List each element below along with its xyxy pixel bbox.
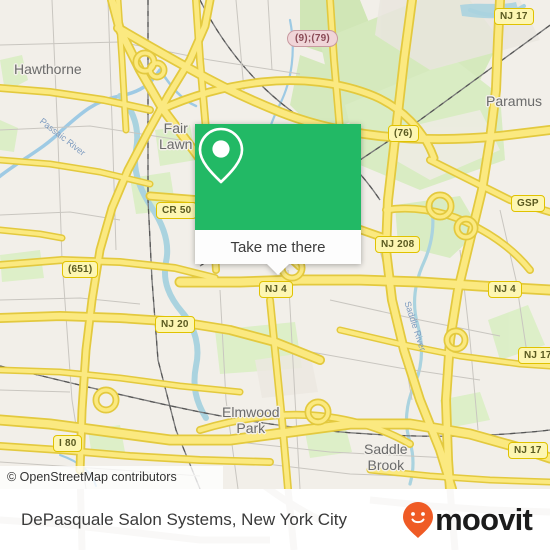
shield-nj-17-top[interactable]: NJ 17 — [494, 8, 534, 25]
shield-nj-4-right[interactable]: NJ 4 — [488, 281, 522, 298]
shield-nj-20[interactable]: NJ 20 — [155, 316, 195, 333]
moovit-wordmark: moovit — [435, 501, 533, 537]
location-card-pointer — [267, 264, 289, 275]
place-label-elmwood-park: Elmwood Park — [222, 404, 280, 436]
location-card[interactable]: Take me there — [195, 124, 361, 275]
place-label-hawthorne: Hawthorne — [14, 61, 82, 77]
shield-route-9-79[interactable]: (9);(79) — [287, 30, 338, 47]
moovit-pin-icon — [403, 501, 434, 538]
shield-cr-507[interactable]: CR 50 — [156, 202, 198, 219]
moovit-logo[interactable]: moovit — [402, 501, 533, 539]
shield-nj-208[interactable]: NJ 208 — [375, 236, 421, 253]
shield-gsp[interactable]: GSP — [511, 195, 545, 212]
page-title: DePasquale Salon Systems, New York City — [21, 509, 347, 529]
osm-attribution[interactable]: © OpenStreetMap contributors — [0, 466, 223, 489]
place-label-saddle-brook: Saddle Brook — [364, 441, 408, 473]
shield-nj-4-center[interactable]: NJ 4 — [259, 281, 293, 298]
shield-route-651[interactable]: (651) — [62, 261, 99, 278]
shield-nj-17-bottom[interactable]: NJ 17 — [508, 442, 548, 459]
shield-route-76[interactable]: (76) — [388, 125, 419, 142]
place-label-paramus: Paramus — [486, 93, 543, 109]
shield-nj-17-mid[interactable]: NJ 17 — [518, 347, 550, 364]
shield-i-80[interactable]: I 80 — [53, 435, 83, 452]
place-label-fair-lawn: Fair Lawn — [159, 120, 193, 152]
map-canvas[interactable]: Hawthorne Fair Lawn Paramus Elmwood Park… — [0, 0, 550, 489]
take-me-there-button[interactable]: Take me there — [195, 230, 361, 264]
location-pin-icon — [198, 127, 244, 184]
location-card-header — [195, 124, 361, 230]
footer-bar: DePasquale Salon Systems, New York City … — [0, 489, 550, 550]
map-page: Hawthorne Fair Lawn Paramus Elmwood Park… — [0, 0, 550, 550]
